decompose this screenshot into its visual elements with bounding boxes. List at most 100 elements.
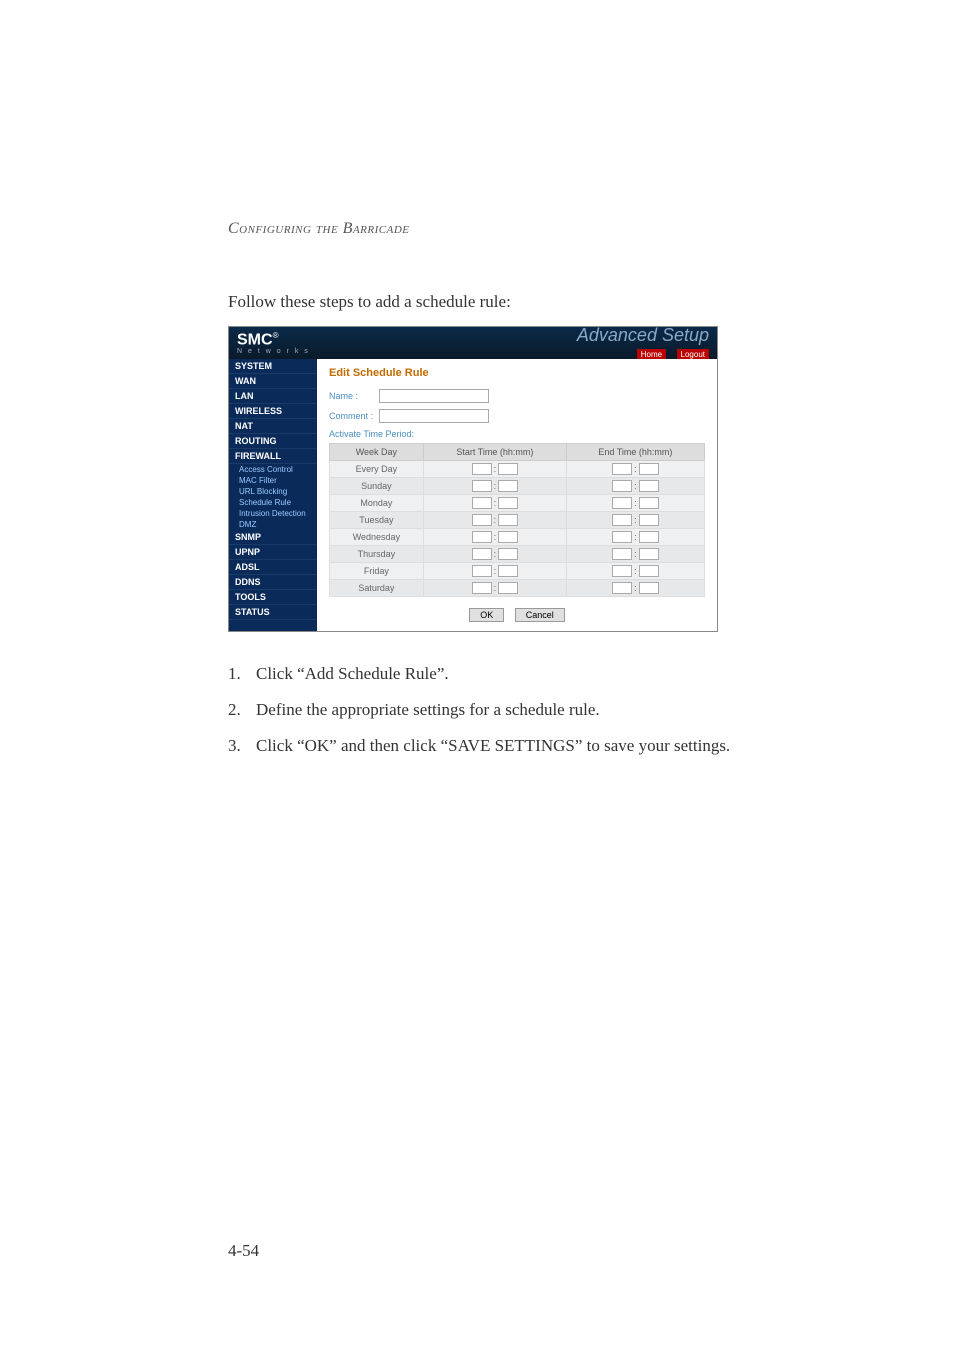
intro-paragraph: Follow these steps to add a schedule rul…: [228, 292, 834, 312]
end-hh-input[interactable]: [612, 480, 632, 492]
end-cell: :: [566, 546, 704, 563]
embedded-screenshot: SMC® N e t w o r k s Advanced Setup Home…: [228, 326, 718, 632]
sidebar-sub-url[interactable]: URL Blocking: [229, 486, 317, 497]
button-row: OK Cancel: [329, 605, 705, 623]
sidebar-item-routing[interactable]: ROUTING: [229, 434, 317, 449]
logout-link[interactable]: Logout: [677, 349, 709, 360]
start-mm-input[interactable]: [498, 548, 518, 560]
steps-list: Click “Add Schedule Rule”. Define the ap…: [228, 662, 834, 757]
end-cell: :: [566, 563, 704, 580]
step-item: Define the appropriate settings for a sc…: [228, 698, 834, 722]
name-input[interactable]: [379, 389, 489, 403]
day-cell: Sunday: [330, 478, 424, 495]
sidebar-item-ddns[interactable]: DDNS: [229, 575, 317, 590]
schedule-table: Week Day Start Time (hh:mm) End Time (hh…: [329, 443, 705, 597]
start-mm-input[interactable]: [498, 565, 518, 577]
form-title: Edit Schedule Rule: [329, 367, 705, 379]
end-mm-input[interactable]: [639, 565, 659, 577]
end-mm-input[interactable]: [639, 514, 659, 526]
col-start: Start Time (hh:mm): [423, 444, 566, 461]
start-cell: :: [423, 495, 566, 512]
table-row: Sunday : :: [330, 478, 705, 495]
day-cell: Tuesday: [330, 512, 424, 529]
col-end: End Time (hh:mm): [566, 444, 704, 461]
sidebar-item-lan[interactable]: LAN: [229, 389, 317, 404]
comment-input[interactable]: [379, 409, 489, 423]
end-cell: :: [566, 580, 704, 597]
start-hh-input[interactable]: [472, 497, 492, 509]
start-mm-input[interactable]: [498, 531, 518, 543]
end-mm-input[interactable]: [639, 548, 659, 560]
table-row: Monday : :: [330, 495, 705, 512]
sidebar-sub-mac[interactable]: MAC Filter: [229, 475, 317, 486]
end-mm-input[interactable]: [639, 480, 659, 492]
cancel-button[interactable]: Cancel: [515, 608, 565, 622]
day-cell: Wednesday: [330, 529, 424, 546]
logo-block: SMC® N e t w o r k s: [237, 331, 310, 354]
sidebar-item-adsl[interactable]: ADSL: [229, 560, 317, 575]
name-field-row: Name :: [329, 389, 705, 403]
day-cell: Thursday: [330, 546, 424, 563]
step-item: Click “OK” and then click “SAVE SETTINGS…: [228, 734, 834, 758]
day-cell: Every Day: [330, 461, 424, 478]
table-row: Friday : :: [330, 563, 705, 580]
start-hh-input[interactable]: [472, 531, 492, 543]
sidebar-item-nat[interactable]: NAT: [229, 419, 317, 434]
start-cell: :: [423, 478, 566, 495]
end-mm-input[interactable]: [639, 582, 659, 594]
name-label: Name :: [329, 391, 379, 401]
table-row: Saturday : :: [330, 580, 705, 597]
sidebar-item-wireless[interactable]: WIRELESS: [229, 404, 317, 419]
start-mm-input[interactable]: [498, 480, 518, 492]
sidebar-item-tools[interactable]: TOOLS: [229, 590, 317, 605]
table-row: Wednesday : :: [330, 529, 705, 546]
home-link[interactable]: Home: [637, 349, 666, 360]
sidebar-sub-dmz[interactable]: DMZ: [229, 519, 317, 530]
sidebar-sub-access[interactable]: Access Control: [229, 464, 317, 475]
end-hh-input[interactable]: [612, 548, 632, 560]
end-cell: :: [566, 461, 704, 478]
sidebar-item-system[interactable]: SYSTEM: [229, 359, 317, 374]
logo-text: SMC: [237, 332, 273, 349]
start-hh-input[interactable]: [472, 480, 492, 492]
start-hh-input[interactable]: [472, 548, 492, 560]
start-hh-input[interactable]: [472, 582, 492, 594]
activate-label: Activate Time Period:: [329, 429, 705, 439]
sidebar-sub-intrusion[interactable]: Intrusion Detection: [229, 508, 317, 519]
comment-field-row: Comment :: [329, 409, 705, 423]
table-row: Every Day : :: [330, 461, 705, 478]
start-mm-input[interactable]: [498, 582, 518, 594]
end-hh-input[interactable]: [612, 531, 632, 543]
end-mm-input[interactable]: [639, 463, 659, 475]
start-mm-input[interactable]: [498, 497, 518, 509]
sidebar-item-status[interactable]: STATUS: [229, 605, 317, 620]
day-cell: Monday: [330, 495, 424, 512]
sidebar-item-upnp[interactable]: UPnP: [229, 545, 317, 560]
day-cell: Friday: [330, 563, 424, 580]
start-mm-input[interactable]: [498, 463, 518, 475]
table-header-row: Week Day Start Time (hh:mm) End Time (hh…: [330, 444, 705, 461]
end-cell: :: [566, 512, 704, 529]
start-cell: :: [423, 546, 566, 563]
end-hh-input[interactable]: [612, 514, 632, 526]
sidebar-item-wan[interactable]: WAN: [229, 374, 317, 389]
start-hh-input[interactable]: [472, 514, 492, 526]
sidebar-item-firewall[interactable]: FIREWALL: [229, 449, 317, 464]
step-item: Click “Add Schedule Rule”.: [228, 662, 834, 686]
brand-text: Advanced Setup: [577, 325, 709, 345]
end-hh-input[interactable]: [612, 497, 632, 509]
ok-button[interactable]: OK: [469, 608, 504, 622]
end-hh-input[interactable]: [612, 565, 632, 577]
start-hh-input[interactable]: [472, 565, 492, 577]
sidebar-sub-schedule[interactable]: Schedule Rule: [229, 497, 317, 508]
start-mm-input[interactable]: [498, 514, 518, 526]
end-hh-input[interactable]: [612, 463, 632, 475]
end-mm-input[interactable]: [639, 531, 659, 543]
end-hh-input[interactable]: [612, 582, 632, 594]
end-mm-input[interactable]: [639, 497, 659, 509]
sidebar: SYSTEM WAN LAN WIRELESS NAT ROUTING FIRE…: [229, 359, 317, 631]
start-hh-input[interactable]: [472, 463, 492, 475]
sidebar-item-snmp[interactable]: SNMP: [229, 530, 317, 545]
start-cell: :: [423, 529, 566, 546]
running-header-text: Configuring the Barricade: [228, 220, 409, 237]
